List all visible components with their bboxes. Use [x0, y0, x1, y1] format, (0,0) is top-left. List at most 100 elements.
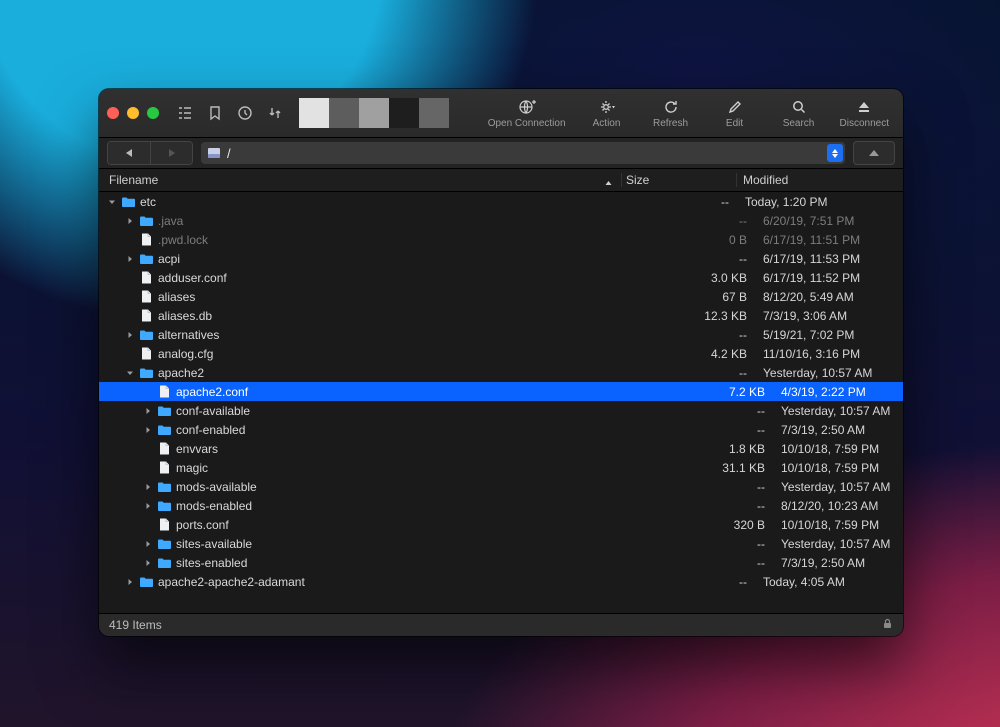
item-modified: Yesterday, 10:57 AM — [757, 366, 903, 380]
disclosure-closed-icon[interactable] — [143, 539, 153, 548]
path-bar: / — [99, 138, 903, 169]
outline-view-icon[interactable] — [173, 101, 197, 125]
disclosure-closed-icon[interactable] — [125, 330, 135, 339]
disconnect-label: Disconnect — [840, 118, 889, 129]
list-item[interactable]: alternatives--5/19/21, 7:02 PM — [99, 325, 903, 344]
disclosure-closed-icon[interactable] — [143, 406, 153, 415]
disclosure-spacer — [143, 520, 153, 529]
search-button[interactable]: Search — [770, 98, 828, 129]
file-list[interactable]: etc--Today, 1:20 PM.java--6/20/19, 7:51 … — [99, 192, 903, 613]
list-item[interactable]: magic31.1 KB10/10/18, 7:59 PM — [99, 458, 903, 477]
open-connection-button[interactable]: Open Connection — [482, 98, 572, 129]
item-size: -- — [655, 556, 775, 570]
item-modified: 7/3/19, 2:50 AM — [775, 423, 903, 437]
file-icon — [139, 346, 154, 361]
folder-icon — [157, 403, 172, 418]
list-item[interactable]: aliases.db12.3 KB7/3/19, 3:06 AM — [99, 306, 903, 325]
column-filename[interactable]: Filename — [99, 173, 621, 187]
disclosure-open-icon[interactable] — [125, 368, 135, 377]
list-item[interactable]: aliases67 B8/12/20, 5:49 AM — [99, 287, 903, 306]
disclosure-closed-icon[interactable] — [125, 254, 135, 263]
list-item[interactable]: .java--6/20/19, 7:51 PM — [99, 211, 903, 230]
tab-4[interactable] — [389, 98, 419, 128]
list-item[interactable]: envvars1.8 KB10/10/18, 7:59 PM — [99, 439, 903, 458]
close-window-button[interactable] — [107, 107, 119, 119]
action-button[interactable]: Action — [578, 98, 636, 129]
disconnect-button[interactable]: Disconnect — [834, 98, 895, 129]
file-icon — [139, 270, 154, 285]
minimize-window-button[interactable] — [127, 107, 139, 119]
list-item[interactable]: apache2--Yesterday, 10:57 AM — [99, 363, 903, 382]
list-item[interactable]: etc--Today, 1:20 PM — [99, 192, 903, 211]
go-up-button[interactable] — [853, 141, 895, 165]
item-modified: 10/10/18, 7:59 PM — [775, 442, 903, 456]
disclosure-spacer — [143, 444, 153, 453]
list-item[interactable]: ports.conf320 B10/10/18, 7:59 PM — [99, 515, 903, 534]
item-modified: 6/20/19, 7:51 PM — [757, 214, 903, 228]
item-size: 3.0 KB — [637, 271, 757, 285]
list-item[interactable]: sites-enabled--7/3/19, 2:50 AM — [99, 553, 903, 572]
list-item[interactable]: apache2.conf7.2 KB4/3/19, 2:22 PM — [99, 382, 903, 401]
disclosure-closed-icon[interactable] — [143, 482, 153, 491]
item-size: -- — [655, 537, 775, 551]
item-name: apache2.conf — [176, 385, 248, 399]
column-modified[interactable]: Modified — [736, 173, 903, 187]
list-item[interactable]: acpi--6/17/19, 11:53 PM — [99, 249, 903, 268]
item-count: 419 Items — [109, 618, 162, 632]
history-clock-icon[interactable] — [233, 101, 257, 125]
disclosure-open-icon[interactable] — [107, 197, 117, 206]
path-popup-stepper[interactable] — [827, 144, 843, 162]
tab-1[interactable] — [299, 98, 329, 128]
list-item[interactable]: apache2-apache2-adamant--Today, 4:05 AM — [99, 572, 903, 591]
search-icon — [791, 98, 807, 116]
transfers-icon[interactable] — [263, 101, 287, 125]
item-name: mods-enabled — [176, 499, 252, 513]
item-modified: 7/3/19, 2:50 AM — [775, 556, 903, 570]
window-toolbar: Open Connection Action Refresh Edit Sear… — [99, 89, 903, 138]
tab-5[interactable] — [419, 98, 449, 128]
forward-button[interactable] — [150, 142, 192, 164]
item-size: 12.3 KB — [637, 309, 757, 323]
column-size[interactable]: Size — [621, 173, 736, 187]
disclosure-closed-icon[interactable] — [125, 577, 135, 586]
item-size: -- — [637, 328, 757, 342]
back-button[interactable] — [108, 142, 150, 164]
open-connection-label: Open Connection — [488, 118, 566, 129]
status-bar: 419 Items — [99, 613, 903, 636]
tab-3[interactable] — [359, 98, 389, 128]
disclosure-closed-icon[interactable] — [143, 558, 153, 567]
item-name: magic — [176, 461, 208, 475]
disclosure-spacer — [125, 311, 135, 320]
path-field[interactable]: / — [201, 142, 845, 164]
disclosure-closed-icon[interactable] — [125, 216, 135, 225]
bookmark-icon[interactable] — [203, 101, 227, 125]
browser-window: Open Connection Action Refresh Edit Sear… — [99, 89, 903, 636]
list-item[interactable]: sites-available--Yesterday, 10:57 AM — [99, 534, 903, 553]
item-name: etc — [140, 195, 156, 209]
item-modified: Yesterday, 10:57 AM — [775, 404, 903, 418]
disclosure-closed-icon[interactable] — [143, 425, 153, 434]
file-icon — [157, 460, 172, 475]
edit-button[interactable]: Edit — [706, 98, 764, 129]
item-modified: 6/17/19, 11:53 PM — [757, 252, 903, 266]
chevron-right-icon — [169, 149, 175, 157]
list-item[interactable]: conf-enabled--7/3/19, 2:50 AM — [99, 420, 903, 439]
list-item[interactable]: mods-enabled--8/12/20, 10:23 AM — [99, 496, 903, 515]
zoom-window-button[interactable] — [147, 107, 159, 119]
window-controls — [107, 107, 159, 119]
list-item[interactable]: .pwd.lock0 B6/17/19, 11:51 PM — [99, 230, 903, 249]
item-size: -- — [637, 575, 757, 589]
refresh-button[interactable]: Refresh — [642, 98, 700, 129]
tab-2[interactable] — [329, 98, 359, 128]
pencil-icon — [727, 98, 743, 116]
item-modified: 7/3/19, 3:06 AM — [757, 309, 903, 323]
item-name: alternatives — [158, 328, 219, 342]
item-modified: 8/12/20, 5:49 AM — [757, 290, 903, 304]
list-item[interactable]: adduser.conf3.0 KB6/17/19, 11:52 PM — [99, 268, 903, 287]
chevron-up-icon — [869, 150, 879, 156]
list-item[interactable]: conf-available--Yesterday, 10:57 AM — [99, 401, 903, 420]
list-item[interactable]: mods-available--Yesterday, 10:57 AM — [99, 477, 903, 496]
item-name: apache2-apache2-adamant — [158, 575, 305, 589]
list-item[interactable]: analog.cfg4.2 KB11/10/16, 3:16 PM — [99, 344, 903, 363]
disclosure-closed-icon[interactable] — [143, 501, 153, 510]
